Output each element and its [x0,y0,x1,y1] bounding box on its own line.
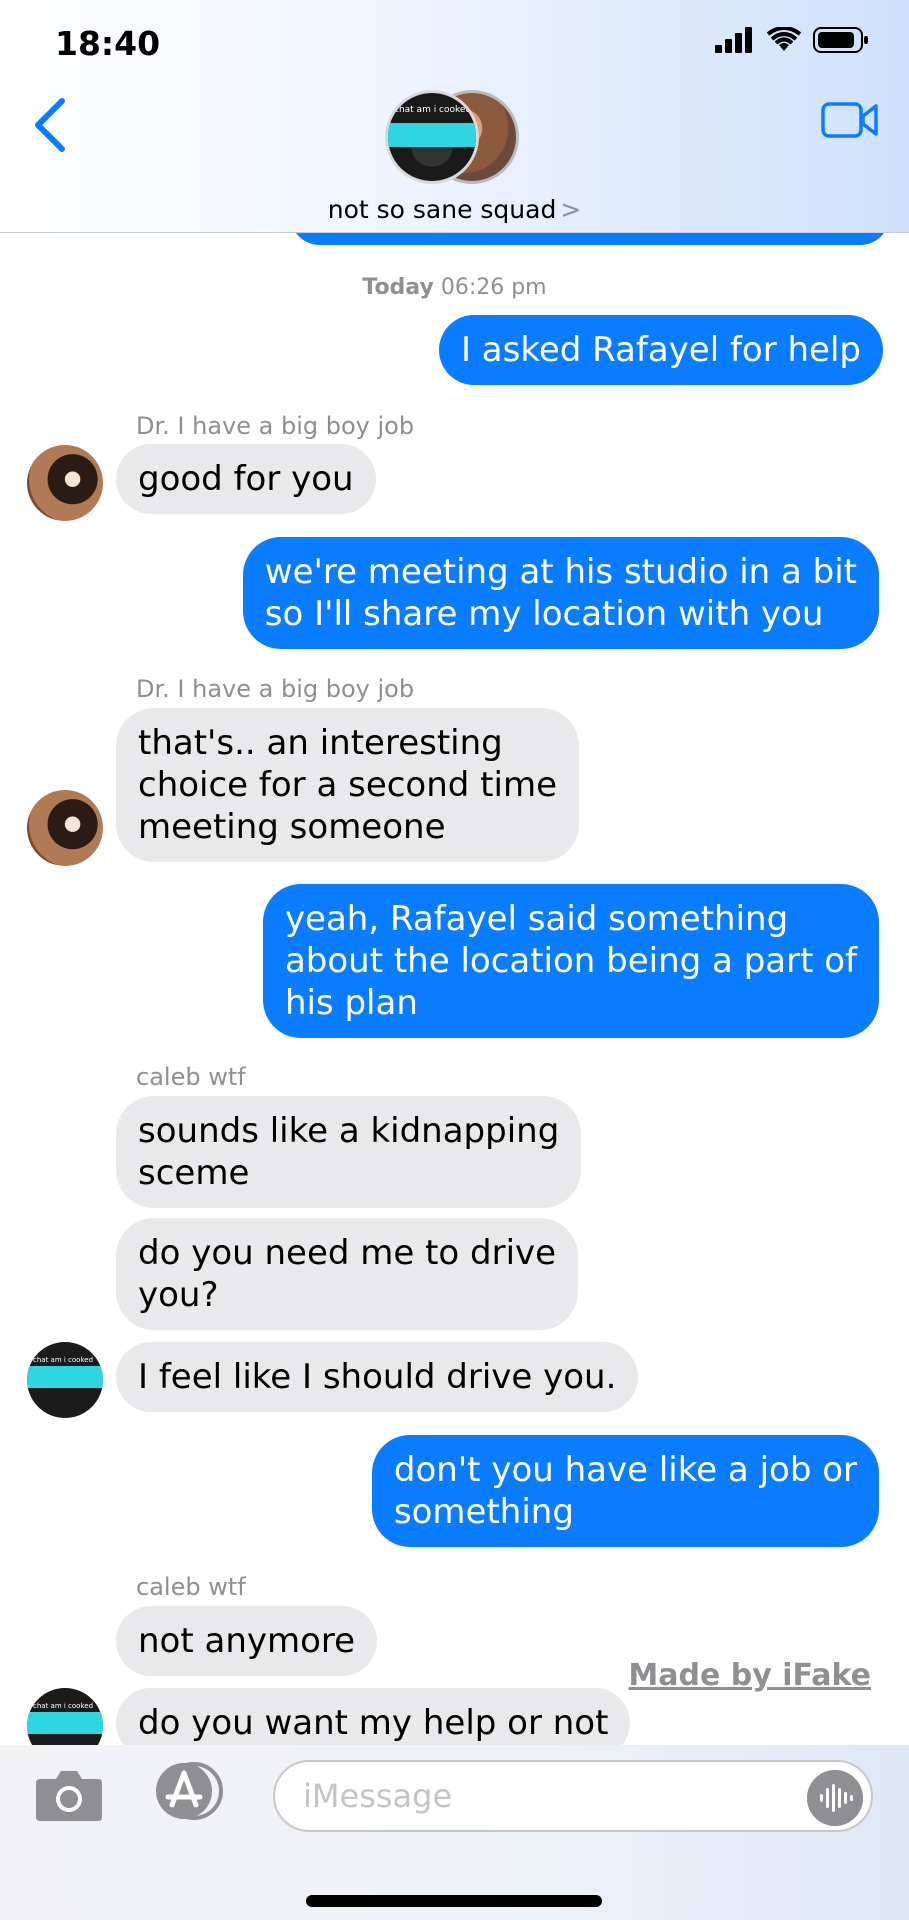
avatar-color-band [27,1712,103,1734]
sender-name: caleb wtf [136,1573,246,1601]
message-field[interactable] [273,1760,873,1832]
timestamp-day: Today [362,275,434,300]
status-time: 18:40 [55,24,161,63]
outgoing-message[interactable]: we're meeting at his studio in a bit so … [242,537,879,649]
outgoing-message[interactable]: yeah, Rafayel said something about the l… [262,884,879,1038]
incoming-message[interactable]: that's.. an interesting choice for a sec… [116,708,579,862]
avatar-color-band [27,1366,103,1388]
wifi-icon [767,27,801,51]
message-input-bar [0,1745,909,1920]
avatar[interactable] [27,445,103,521]
home-indicator [306,1895,602,1907]
watermark: Made by iFake [628,1658,871,1693]
avatar-color-band [388,123,476,147]
group-avatar[interactable]: chat am i cooked [385,90,525,186]
avatar-caption: chat am i cooked [33,1702,94,1710]
avatar[interactable] [27,790,103,866]
sender-name: caleb wtf [136,1063,246,1091]
app-store-icon[interactable] [150,1761,230,1821]
group-name[interactable]: not so sane squad > [0,195,909,224]
group-name-label: not so sane squad [327,195,557,224]
timestamp-time: 06:26 pm [440,275,547,300]
incoming-message[interactable]: sounds like a kidnapping sceme [116,1096,582,1208]
camera-icon[interactable] [34,1767,104,1823]
imessage-input[interactable] [301,1776,771,1816]
sender-name: Dr. I have a big boy job [136,675,415,703]
status-icons [715,26,869,54]
incoming-message[interactable]: not anymore [116,1606,378,1676]
message-timestamp: Today 06:26 pm [0,275,909,300]
incoming-message[interactable]: good for you [116,444,376,514]
back-chevron-icon[interactable] [30,95,70,155]
incoming-message[interactable]: I feel like I should drive you. [116,1342,639,1412]
signal-icon [715,27,752,53]
audio-waveform-icon[interactable] [807,1770,863,1826]
imessage-screen: 18:40 chat am i cooked not so sane squad… [0,0,909,1920]
incoming-message[interactable]: do you need me to drive you? [116,1218,579,1330]
video-call-icon[interactable] [821,100,879,140]
battery-icon [813,27,868,53]
chevron-right-icon: > [560,195,582,224]
sender-name: Dr. I have a big boy job [136,412,415,440]
avatar-caption: chat am i cooked [394,105,472,115]
avatar-caption: chat am i cooked [33,1356,94,1364]
avatar[interactable]: chat am i cooked [27,1342,103,1418]
outgoing-message[interactable]: don't you have like a job or something [371,1435,879,1547]
conversation-header: 18:40 chat am i cooked not so sane squad… [0,0,909,233]
member-avatar: chat am i cooked [385,90,479,184]
outgoing-message[interactable]: I asked Rafayel for help [438,315,883,385]
